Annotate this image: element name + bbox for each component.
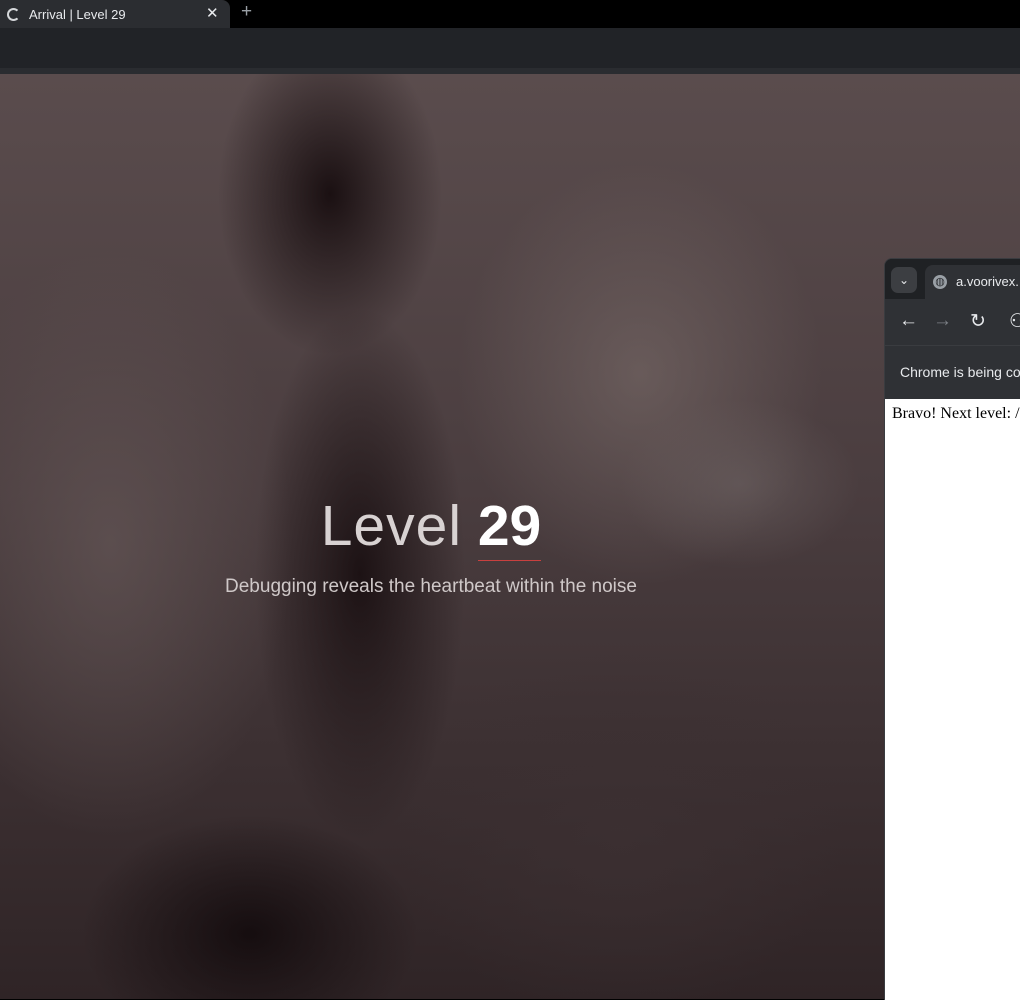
popup-browser-window[interactable]: ⌄ ◍ a.voorivex. ← → ↻ ⚇ Chrome is being … <box>884 258 1020 1000</box>
forward-arrow-icon[interactable]: → <box>933 310 952 332</box>
popup-tab[interactable]: ◍ a.voorivex. <box>925 265 1020 299</box>
level-number-text: 29 <box>477 494 542 558</box>
site-settings-icon[interactable]: ⚇ <box>1009 310 1020 333</box>
popup-tab-bar: ⌄ ◍ a.voorivex. <box>885 259 1020 299</box>
level-word: Level <box>320 494 462 558</box>
tab-arrival[interactable]: Arrival | Level 29 ✕ <box>0 0 230 28</box>
browser-toolbar <box>0 28 1020 74</box>
popup-toolbar: ← → ↻ ⚇ <box>885 299 1020 345</box>
tab-search-button[interactable]: ⌄ <box>891 267 917 293</box>
loading-spinner-icon <box>7 8 20 21</box>
next-level-text: Bravo! Next level: / <box>892 405 1020 422</box>
level-subtitle: Debugging reveals the heartbeat within t… <box>225 576 637 597</box>
info-bar-text: Chrome is being co <box>900 364 1020 380</box>
level-heading: Level 29 <box>0 494 862 561</box>
close-tab-icon[interactable]: ✕ <box>206 4 219 22</box>
tab-title: Arrival | Level 29 <box>29 7 126 22</box>
tab-strip: Arrival | Level 29 ✕ + <box>0 0 1020 28</box>
automation-info-bar: Chrome is being co <box>885 345 1020 400</box>
new-tab-button[interactable]: + <box>241 1 252 23</box>
level-number: 29 <box>477 494 542 561</box>
popup-tab-title: a.voorivex. <box>956 274 1019 289</box>
popup-page-content: Bravo! Next level: / <box>885 399 1020 1000</box>
level-underline <box>477 560 542 561</box>
back-arrow-icon[interactable]: ← <box>899 310 918 332</box>
reload-icon[interactable]: ↻ <box>970 310 986 333</box>
hero: Level 29 Debugging reveals the heartbeat… <box>0 494 862 598</box>
globe-icon: ◍ <box>933 275 947 289</box>
page-background: Level 29 Debugging reveals the heartbeat… <box>0 74 1020 999</box>
